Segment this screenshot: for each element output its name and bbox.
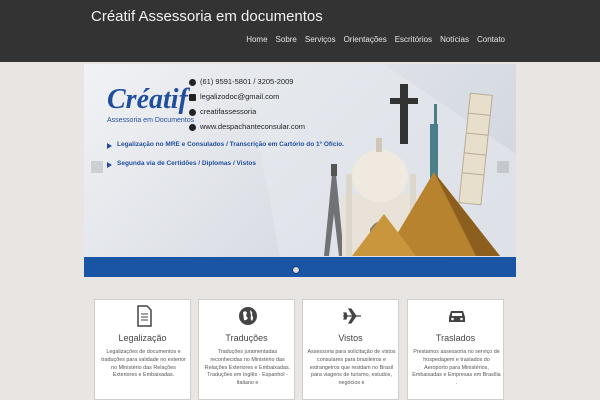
card-vistos[interactable]: Vistos Assessoria para solicitação de vi… [302,299,399,400]
card-title: Traduções [225,333,268,343]
card-title: Vistos [338,333,363,343]
document-icon [137,305,152,327]
card-traducoes[interactable]: Traduções Traduções juramentadas reconhe… [198,299,295,400]
web-icon [189,124,196,131]
banner-line-2: Segunda via de Certidões / Diplomas / Vi… [117,160,256,167]
slider-pagination-bar [84,257,516,277]
nav-home[interactable]: Home [246,35,267,44]
globe-icon [239,307,257,325]
contact-web: www.despachanteconsular.com [200,122,306,131]
banner-line-1: Legalização no MRE e Consulados / Transc… [117,141,345,148]
car-icon [449,311,465,322]
slider-next-button[interactable] [497,161,509,173]
services-section: Legalização Legalizações de documentos e… [94,299,506,400]
contact-phone: (61) 9591-5801 / 3205-2009 [200,77,294,86]
brand-subtitle: Assessoria em Documentos [107,117,195,124]
slider-dot[interactable] [292,266,300,274]
card-legalizacao[interactable]: Legalização Legalizações de documentos e… [94,299,191,400]
contact-skype: creatifassessoria [200,107,257,116]
skype-icon [189,109,196,116]
card-text: Traduções juramentadas reconhecidas no M… [204,349,291,387]
card-traslados[interactable]: Traslados Prestamos assessoria no serviç… [407,299,504,400]
card-text: Assessoria para solicitação de vistos co… [307,349,396,387]
whatsapp-icon [189,79,196,86]
card-text: Prestamos assessoria no serviço de hospe… [412,349,501,387]
nav-servicos[interactable]: Serviços [305,35,336,44]
arrow-bullet-icon [107,143,112,149]
slider-prev-button[interactable] [91,161,103,173]
card-text: Legalizações de documentos e traduções p… [101,349,186,379]
site-header: Créatif Assessoria em documentos Home So… [0,0,600,62]
nav-sobre[interactable]: Sobre [276,35,297,44]
nav-orientacoes[interactable]: Orientações [344,35,387,44]
nav-noticias[interactable]: Notícias [440,35,469,44]
card-title: Legalização [118,333,167,343]
airplane-icon [343,308,361,324]
main-nav: Home Sobre Serviços Orientações Escritór… [246,35,505,44]
card-title: Traslados [435,333,476,343]
arrow-bullet-icon [107,162,112,168]
site-title[interactable]: Créatif Assessoria em documentos [91,8,323,25]
brand-logo: Créatif [107,84,188,115]
nav-escritorios[interactable]: Escritórios [395,35,432,44]
email-icon [189,94,196,101]
contact-email: legalizodoc@gmail.com [200,92,280,101]
nav-contato[interactable]: Contato [477,35,505,44]
